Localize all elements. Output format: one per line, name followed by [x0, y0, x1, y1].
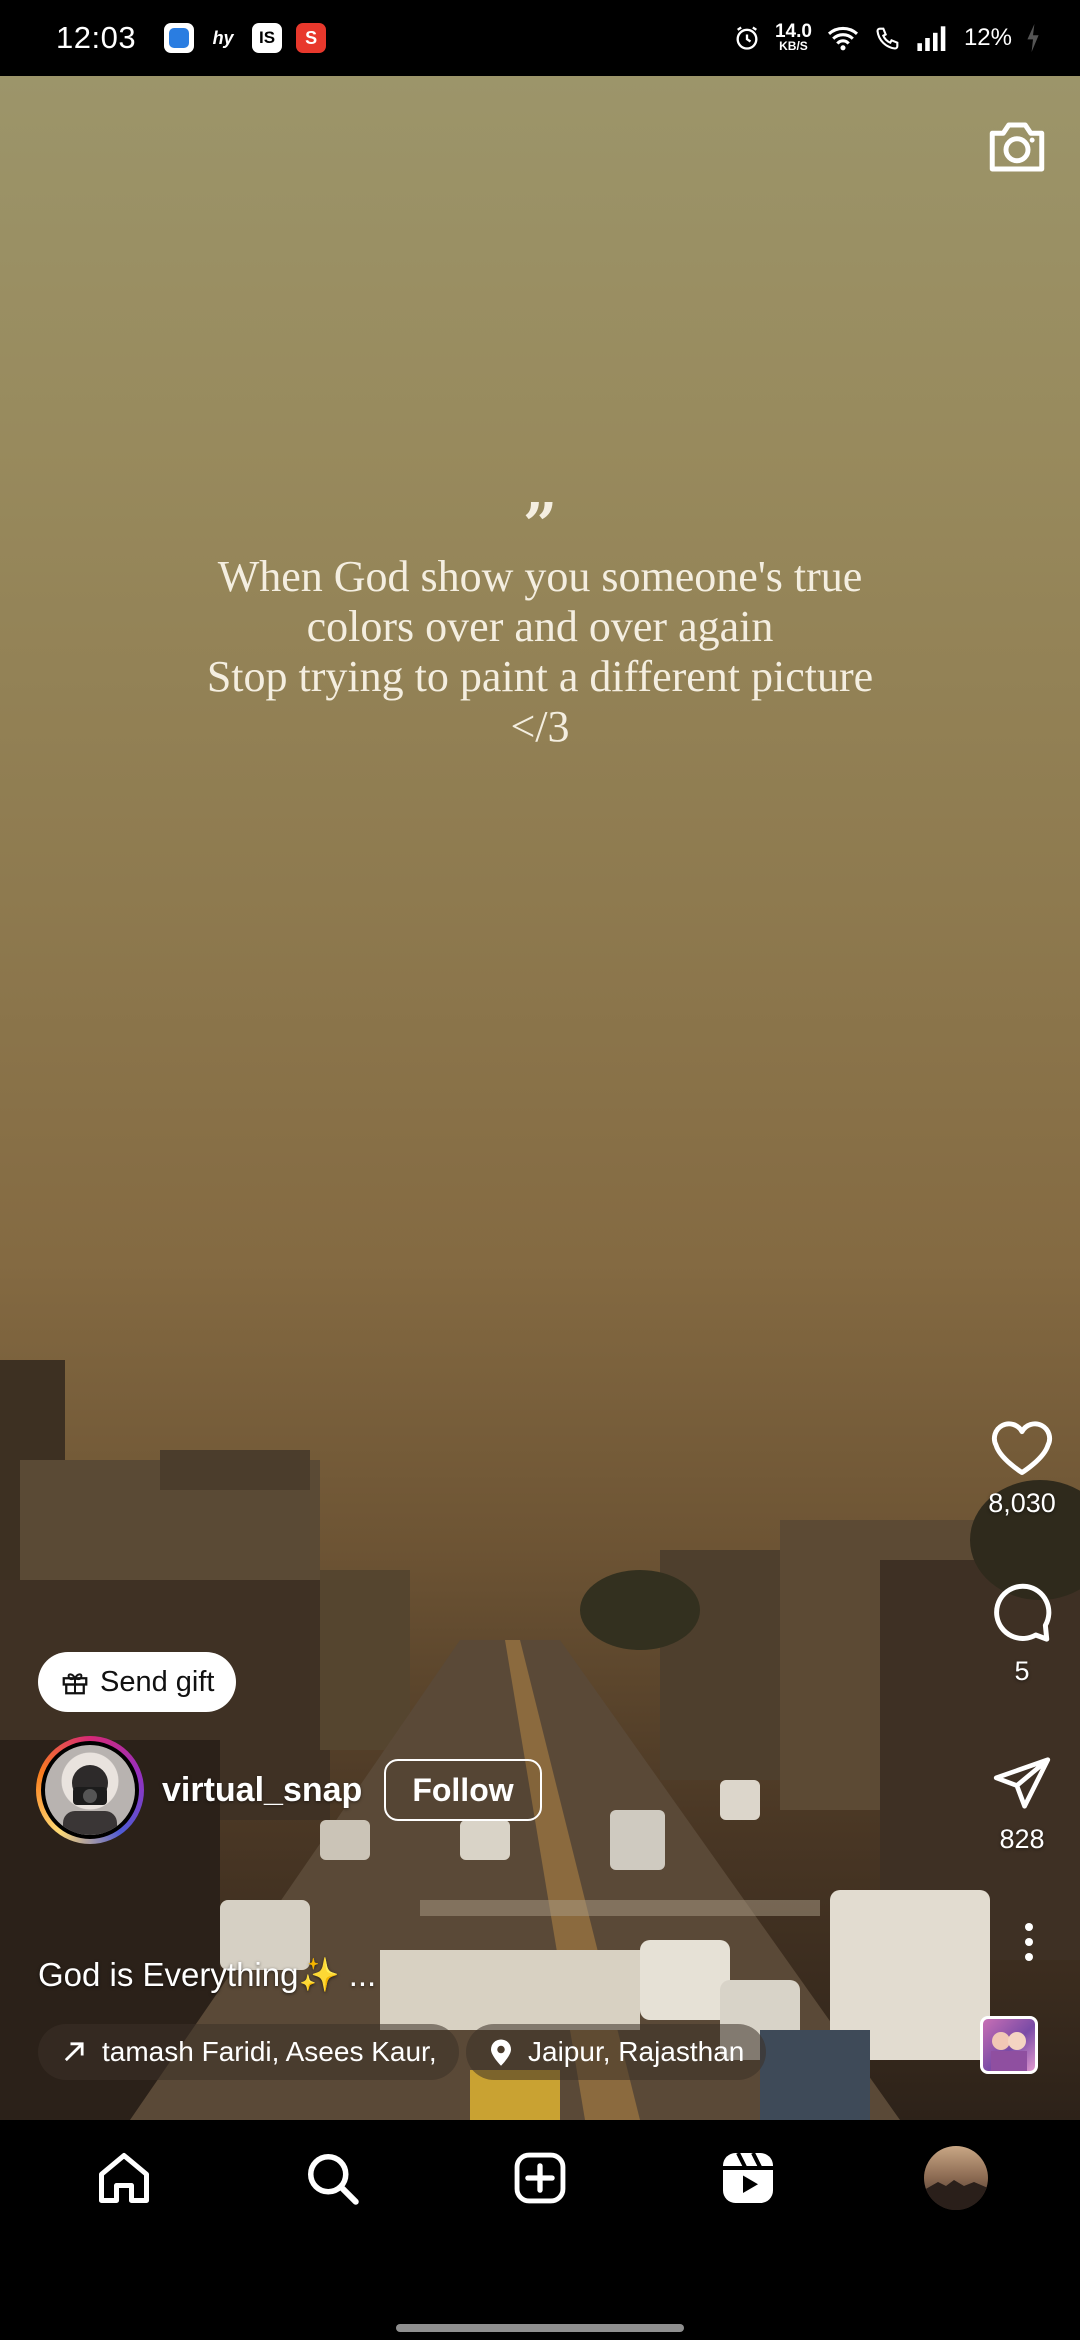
- alarm-icon: [736, 26, 758, 50]
- nav-row: [0, 2120, 1080, 2236]
- quote-line: When God show you someone's true: [217, 552, 863, 601]
- status-time: 12:03: [56, 20, 137, 55]
- net-speed: 14.0 KB/S: [775, 22, 812, 54]
- share-action[interactable]: 828: [972, 1752, 1072, 1855]
- nav-reels[interactable]: [708, 2138, 788, 2218]
- more-options-button[interactable]: [1004, 1912, 1054, 1972]
- home-icon: [99, 2153, 149, 2203]
- audio-art-icon: [991, 2032, 1027, 2071]
- user-row: virtual_snap Follow: [36, 1736, 542, 1844]
- dot-icon: [1025, 1938, 1033, 1946]
- comment-action[interactable]: 5: [972, 1580, 1072, 1687]
- dot-icon: [1025, 1953, 1033, 1961]
- audio-thumbnail[interactable]: [980, 2016, 1038, 2074]
- like-action[interactable]: 8,030: [972, 1418, 1072, 1519]
- hy-app-icon: hy: [212, 27, 234, 48]
- like-count: 8,030: [988, 1488, 1056, 1518]
- comment-count: 5: [1014, 1656, 1030, 1686]
- nav-home[interactable]: [84, 2138, 164, 2218]
- username[interactable]: virtual_snap: [162, 1771, 362, 1810]
- battery-level: 12%: [963, 24, 1012, 51]
- caption[interactable]: God is Everything✨ ...: [38, 1956, 376, 1995]
- audio-label: tamash Faridi, Asees Kaur,: [102, 2036, 437, 2067]
- is-app-icon: IS: [252, 23, 283, 53]
- quote-line: Stop trying to paint a different picture: [206, 652, 874, 701]
- avatar-photo: [63, 1765, 117, 1835]
- send-icon[interactable]: [991, 1752, 1053, 1814]
- blue-app-icon: [164, 23, 195, 53]
- location-label: Jaipur, Rajasthan: [528, 2036, 745, 2067]
- status-bar: 12:03 hy IS S 14.0 KB/S 12%: [0, 0, 1080, 76]
- quote-line: colors over and over again: [306, 602, 774, 651]
- reel-quote: ” When God show you someone's true color…: [0, 491, 1080, 752]
- arrow-up-right-icon: [64, 2042, 84, 2062]
- profile-photo: [924, 2180, 988, 2210]
- avatar[interactable]: [36, 1736, 144, 1844]
- quote-mark: ”: [522, 491, 558, 561]
- audio-pill[interactable]: tamash Faridi, Asees Kaur,: [38, 2024, 459, 2080]
- net-speed-unit: KB/S: [779, 39, 808, 54]
- location-pill[interactable]: Jaipur, Rajasthan: [466, 2024, 767, 2080]
- search-icon: [308, 2154, 359, 2205]
- nav-search[interactable]: [292, 2138, 372, 2218]
- status-left: 12:03 hy IS S: [56, 20, 327, 56]
- status-right: 14.0 KB/S 12%: [733, 22, 1040, 54]
- nav-profile[interactable]: [916, 2138, 996, 2218]
- quote-line: </3: [510, 702, 570, 751]
- avatar-image: [41, 1741, 139, 1839]
- nav-create[interactable]: [500, 2138, 580, 2218]
- wifi-call-icon: [876, 27, 899, 50]
- s-app-icon: S: [296, 23, 327, 53]
- heart-icon[interactable]: [989, 1418, 1055, 1478]
- camera-icon[interactable]: [984, 114, 1050, 180]
- send-gift-label: Send gift: [100, 1665, 215, 1698]
- dot-icon: [1025, 1923, 1033, 1931]
- charging-icon: [1027, 24, 1039, 52]
- follow-button[interactable]: Follow: [384, 1759, 542, 1821]
- profile-avatar: [924, 2146, 988, 2210]
- bottom-nav: [0, 2120, 1080, 2340]
- create-icon: [514, 2152, 566, 2204]
- share-count: 828: [999, 1824, 1045, 1854]
- location-pin-icon: [491, 2039, 511, 2066]
- wifi-icon: [827, 26, 858, 51]
- home-indicator[interactable]: [396, 2324, 684, 2332]
- send-gift-button[interactable]: Send gift: [38, 1652, 237, 1712]
- signal-icon: [917, 26, 946, 51]
- gift-icon: [62, 1673, 88, 1695]
- reels-icon: [723, 2152, 773, 2203]
- comment-icon[interactable]: [989, 1580, 1055, 1646]
